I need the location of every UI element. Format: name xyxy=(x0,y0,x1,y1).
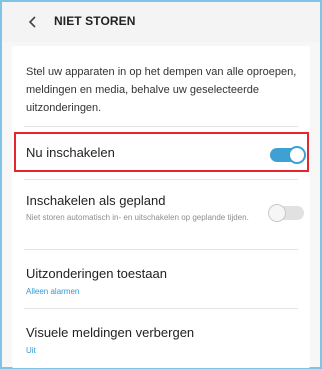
chevron-left-icon xyxy=(28,16,36,28)
setting-subtitle: Niet storen automatisch in- en uitschake… xyxy=(26,213,249,222)
screenshot-frame: NIET STOREN Stel uw apparaten in op het … xyxy=(0,0,322,369)
setting-title: Uitzonderingen toestaan xyxy=(26,266,167,281)
back-button[interactable] xyxy=(24,13,42,31)
settings-card: Stel uw apparaten in op het dempen van a… xyxy=(12,46,310,368)
toggle-knob xyxy=(268,204,286,222)
divider xyxy=(24,308,298,309)
highlight-box xyxy=(14,132,309,172)
description-text: Stel uw apparaten in op het dempen van a… xyxy=(26,66,297,114)
setting-scheduled[interactable]: Inschakelen als gepland Niet storen auto… xyxy=(12,181,310,241)
divider xyxy=(24,126,298,127)
scheduled-toggle[interactable] xyxy=(268,204,304,222)
page-title: NIET STOREN xyxy=(54,14,136,28)
app-header: NIET STOREN xyxy=(2,2,320,42)
setting-exceptions[interactable]: Uitzonderingen toestaan Alleen alarmen xyxy=(12,251,310,305)
setting-title: Visuele meldingen verbergen xyxy=(26,325,195,340)
setting-subtitle: Alleen alarmen xyxy=(26,287,80,296)
setting-subtitle: Uit xyxy=(26,346,36,355)
divider xyxy=(24,249,298,250)
setting-hide-visual[interactable]: Visuele meldingen verbergen Uit xyxy=(12,310,310,364)
divider xyxy=(24,179,298,180)
setting-title: Inschakelen als gepland xyxy=(26,193,166,208)
